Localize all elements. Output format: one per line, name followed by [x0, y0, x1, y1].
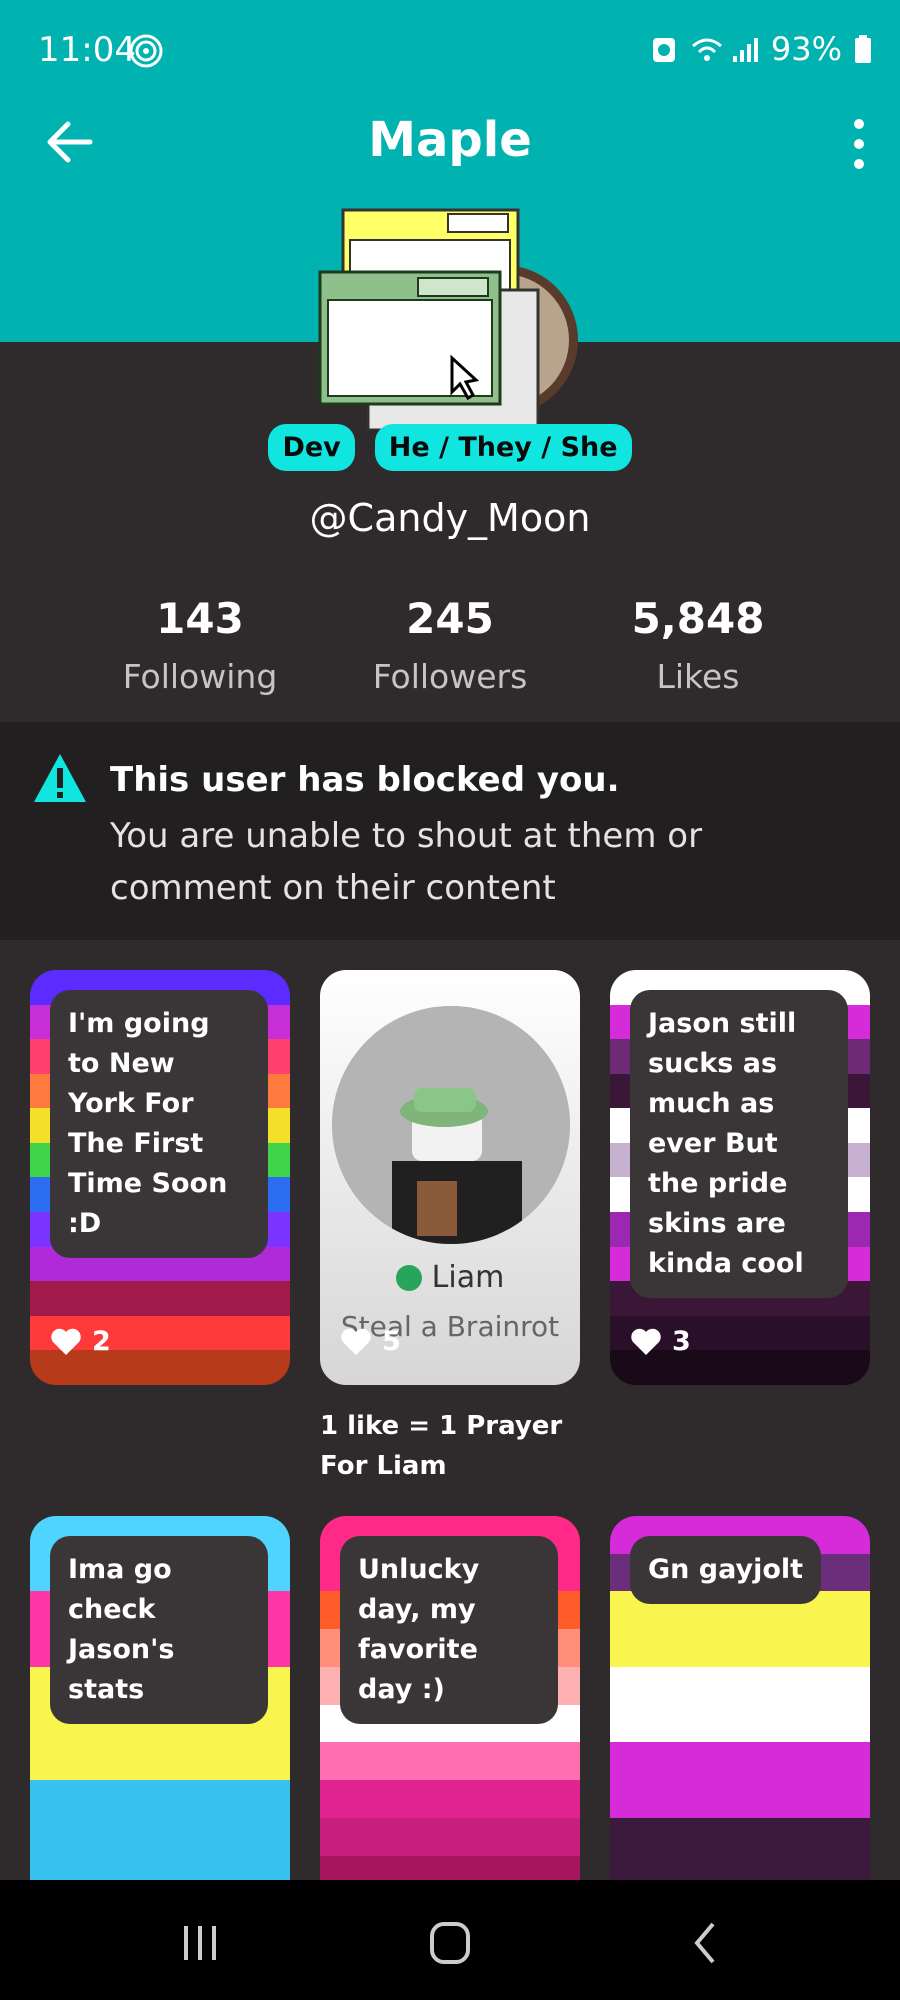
stat-value: 5,848 [631, 594, 765, 643]
page-title: Maple [368, 112, 532, 168]
flag-stripe [610, 1742, 870, 1781]
flag-stripe [610, 1780, 870, 1818]
flag-stripe [610, 1817, 870, 1856]
stat-followers[interactable]: 245 Followers [320, 594, 580, 696]
post-text: Jason still sucks as much as ever But th… [630, 990, 848, 1298]
flag-stripe [30, 1742, 290, 1781]
stat-likes[interactable]: 5,848 Likes [568, 594, 828, 696]
stat-label: Following [122, 657, 278, 696]
system-navigation-bar [0, 1880, 900, 2000]
role-badge: Dev [268, 424, 355, 471]
roblox-avatar-image [332, 1006, 570, 1244]
warning-icon [34, 754, 86, 802]
battery-percent: 93% [770, 30, 842, 68]
post-card[interactable]: Jason still sucks as much as ever But th… [610, 970, 870, 1385]
post-card[interactable]: I'm going to New York For The First Time… [30, 970, 290, 1385]
like-count-value: 2 [92, 1326, 111, 1357]
online-status-dot [395, 1264, 422, 1291]
post-text: Ima go check Jason's stats [50, 1536, 268, 1724]
like-count[interactable]: 3 [630, 1326, 691, 1357]
stat-value: 143 [156, 594, 244, 643]
stat-value: 245 [406, 594, 494, 643]
blocked-notice: This user has blocked you. You are unabl… [0, 722, 900, 940]
post-card[interactable]: Liam Steal a Brainrot 5 [320, 970, 580, 1385]
post-card[interactable]: Gn gayjolt [610, 1516, 870, 1931]
blocked-description: You are unable to shout at them or comme… [110, 816, 703, 908]
post-caption: 1 like = 1 Prayer For Liam [320, 1411, 563, 1481]
more-options-icon[interactable] [844, 114, 874, 174]
home-icon[interactable] [420, 1918, 480, 1968]
heart-icon [341, 1328, 371, 1355]
flag-stripe [610, 1704, 870, 1743]
post-card[interactable]: Ima go check Jason's stats [30, 1516, 290, 1931]
recent-apps-icon[interactable] [170, 1918, 230, 1968]
flag-stripe [30, 1780, 290, 1818]
back-nav-icon[interactable] [675, 1918, 735, 1968]
pronoun-badge: He / They / She [374, 424, 632, 471]
profile-username: @Candy_Moon [309, 496, 591, 540]
flag-stripe [610, 1666, 870, 1705]
status-bar: 11:04 93% [0, 0, 900, 100]
flag-stripe [320, 1742, 580, 1781]
flag-stripe [30, 1281, 290, 1316]
status-time: 11:04 [38, 30, 136, 70]
profile-avatar[interactable] [298, 200, 598, 430]
flag-stripe [30, 1817, 290, 1856]
wifi-signal-icon [691, 38, 758, 62]
like-count[interactable]: 2 [50, 1326, 111, 1357]
post-card[interactable]: Unlucky day, my favorite day :) [320, 1516, 580, 1931]
flag-stripe [320, 1780, 580, 1818]
heart-icon [51, 1328, 81, 1355]
heart-icon [631, 1328, 661, 1355]
profile-name-text: Liam [431, 1260, 505, 1295]
like-count-value: 5 [382, 1326, 401, 1357]
battery-icon [855, 35, 871, 63]
roblox-profile-name: Liam [320, 1260, 580, 1295]
battery-saver-icon [652, 38, 675, 62]
like-count[interactable]: 5 [340, 1326, 401, 1357]
flag-stripe [320, 1817, 580, 1856]
stat-label: Followers [372, 657, 528, 696]
profile-badges: Dev He / They / She [0, 424, 900, 471]
post-text: Gn gayjolt [630, 1536, 822, 1604]
post-text: I'm going to New York For The First Time… [50, 990, 268, 1258]
hotspot-icon [129, 34, 163, 68]
stat-label: Likes [656, 657, 740, 696]
blocked-title: This user has blocked you. [110, 760, 620, 800]
like-count-value: 3 [672, 1326, 691, 1357]
flag-stripe [610, 1629, 870, 1667]
stat-following[interactable]: 143 Following [70, 594, 330, 696]
post-text: Unlucky day, my favorite day :) [340, 1536, 558, 1724]
